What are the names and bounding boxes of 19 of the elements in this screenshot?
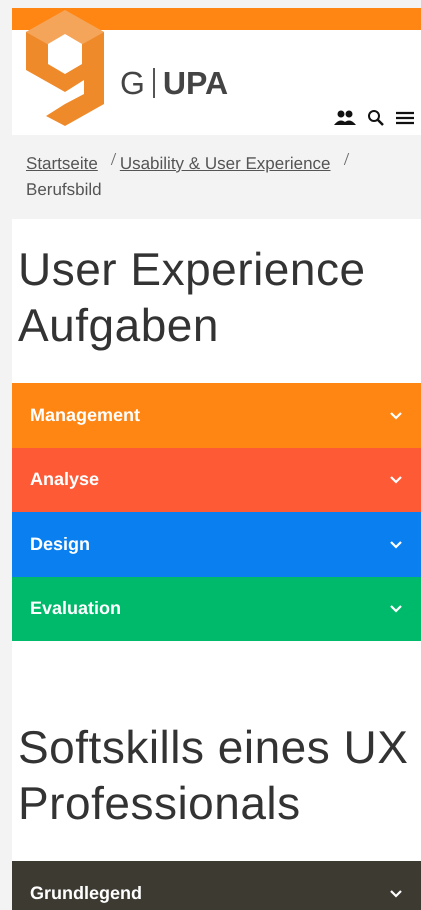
- chevron-icon: [389, 475, 403, 484]
- breadcrumb-current: Berufsbild: [26, 180, 102, 199]
- chevron-icon: [389, 410, 403, 420]
- section-heading: Softskills eines UX Professionals: [17, 720, 410, 831]
- search-icon[interactable]: [367, 109, 385, 127]
- chevron-icon: [389, 604, 403, 614]
- people-icon[interactable]: [333, 109, 357, 127]
- section-heading: User Experience Aufgaben: [17, 242, 367, 353]
- chevron-icon: [389, 888, 403, 898]
- chevron-icon: [389, 540, 403, 549]
- accordion-item[interactable]: Analyse: [12, 448, 421, 512]
- menu-icon[interactable]: [395, 110, 415, 126]
- accordion-item[interactable]: Grundlegend: [12, 861, 421, 910]
- accordion-item[interactable]: Evaluation: [12, 576, 421, 641]
- accordion-item[interactable]: Design: [12, 512, 421, 576]
- breadcrumb-link[interactable]: Startseite: [26, 154, 98, 173]
- logo-text: G UPA: [120, 64, 228, 103]
- breadcrumb-link[interactable]: Usability & User Experience: [120, 154, 331, 173]
- accordion-item[interactable]: Management: [12, 383, 421, 448]
